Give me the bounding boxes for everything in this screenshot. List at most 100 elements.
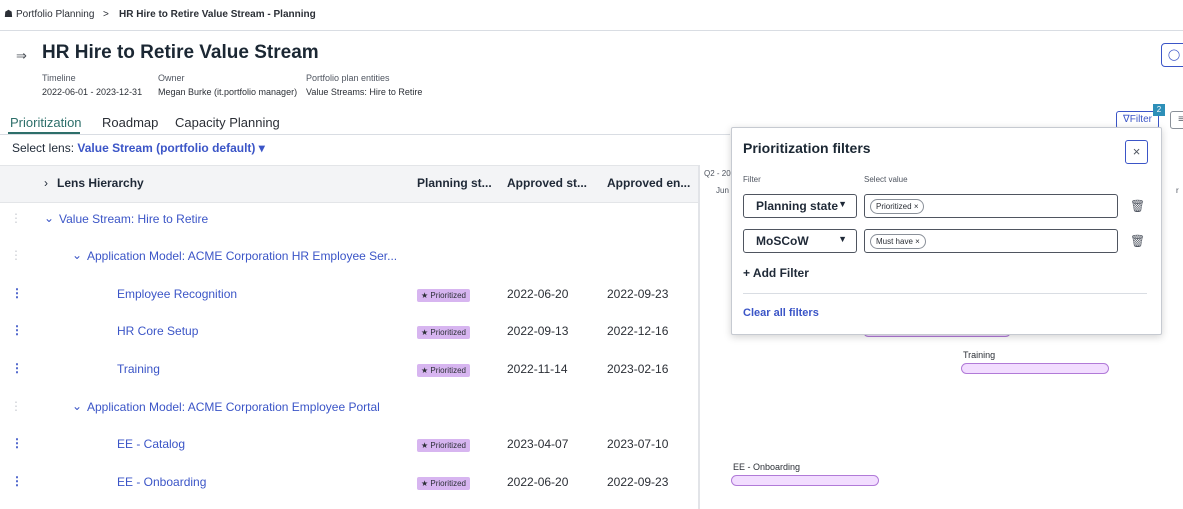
clear-all-filters-link[interactable]: Clear all filters [743,307,819,319]
row-name-ee-onboarding[interactable]: EE - Onboarding [117,475,206,489]
status-badge-label: Prioritized [430,328,466,337]
row-menu-icon[interactable]: ⋮ [11,361,23,375]
filter-value-input[interactable]: Must have × [864,229,1118,253]
approved-start-date: 2022-06-20 [507,287,569,301]
close-icon: × [1132,144,1141,159]
chip-label: Prioritized [876,202,912,211]
approved-end-date: 2022-12-16 [607,324,669,338]
row-expand-chevron-icon[interactable]: ⌄ [72,248,82,262]
breadcrumb-root-link[interactable]: Portfolio Planning [16,9,94,20]
row-menu-icon[interactable]: ⋮ [11,474,23,488]
status-badge-label: Prioritized [430,366,466,375]
grid-gantt-divider[interactable] [698,165,700,509]
filter-value-chip[interactable]: Must have × [870,234,926,249]
row-name-employee-recognition[interactable]: Employee Recognition [117,287,237,301]
tab-capacity-planning[interactable]: Capacity Planning [175,115,280,130]
close-filters-button[interactable]: × [1125,140,1148,164]
owner-value: Megan Burke (it.portfolio manager) [158,87,298,97]
status-badge: ★ Prioritized [417,364,470,377]
row-name-app-model-portal[interactable]: Application Model: ACME Corporation Empl… [87,400,380,414]
approved-end-date: 2022-09-23 [607,475,669,489]
sort-icon: ≡ [1178,114,1183,125]
timeline-value: 2022-06-01 - 2023-12-31 [42,87,143,97]
row-name-app-model-hr[interactable]: Application Model: ACME Corporation HR E… [87,249,397,263]
status-badge-label: Prioritized [430,479,466,488]
caret-down-icon: ▼ [838,234,847,244]
filter-button-label: Filter [1129,114,1152,125]
filter-field-select[interactable]: Planning state ▼ [743,194,857,218]
portfolio-icon: ☗ [4,9,13,20]
row-menu-icon[interactable]: ⋮ [10,248,22,262]
plus-icon: + [743,266,751,280]
add-filter-label: Add Filter [752,266,809,280]
value-column-label: Select value [864,175,908,184]
lens-selector[interactable]: Select lens: Value Stream (portfolio def… [12,141,265,155]
filter-column-label: Filter [743,175,761,184]
filter-field-select[interactable]: MoSCoW ▼ [743,229,857,253]
row-name-value-stream[interactable]: Value Stream: Hire to Retire [59,212,208,226]
row-name-ee-catalog[interactable]: EE - Catalog [117,437,185,451]
breadcrumb-current: HR Hire to Retire Value Stream - Plannin… [119,9,316,20]
chip-label: Must have [876,237,913,246]
column-planning-state[interactable]: Planning st... [417,176,492,190]
approved-start-date: 2023-04-07 [507,437,569,451]
gantt-bar-ee-onboarding[interactable] [731,475,879,486]
tab-prioritization[interactable]: Prioritization [10,115,82,130]
row-expand-chevron-icon[interactable]: ⌄ [44,211,54,225]
column-approved-end[interactable]: Approved en... [607,176,690,190]
approved-start-date: 2022-11-14 [507,362,568,376]
column-lens-hierarchy[interactable]: Lens Hierarchy [57,176,144,190]
remove-chip-icon[interactable]: × [914,202,919,211]
filter-field-value: Planning state [756,199,839,213]
comment-icon: ◯ [1167,49,1181,61]
filter-value-chip[interactable]: Prioritized × [870,199,925,214]
filter-value-input[interactable]: Prioritized × [864,194,1118,218]
status-badge: ★ Prioritized [417,326,470,339]
comment-button[interactable]: ◯ [1161,43,1183,67]
add-filter-button[interactable]: + Add Filter [743,266,809,280]
row-menu-icon[interactable]: ⋮ [11,323,23,337]
timeline-label: Timeline [42,73,76,83]
filters-panel-title: Prioritization filters [743,140,871,156]
row-menu-icon[interactable]: ⋮ [11,436,23,450]
caret-down-icon: ▼ [838,199,847,209]
row-menu-icon[interactable]: ⋮ [10,399,22,413]
column-approved-start[interactable]: Approved st... [507,176,587,190]
plan-entities-label: Portfolio plan entities [306,73,390,83]
tab-roadmap[interactable]: Roadmap [102,115,158,130]
delete-filter-icon[interactable]: 🗑 [1130,199,1145,213]
owner-label: Owner [158,73,185,83]
lens-prefix: Select lens: [12,141,75,155]
filter-field-value: MoSCoW [756,234,809,248]
approved-start-date: 2022-06-20 [507,475,569,489]
gantt-bar-label-onboarding: EE - Onboarding [733,462,801,472]
status-badge-label: Prioritized [430,441,466,450]
approved-start-date: 2022-09-13 [507,324,569,338]
approved-end-date: 2022-09-23 [607,287,669,301]
status-badge: ★ Prioritized [417,439,470,452]
breadcrumb-separator: > [103,9,109,20]
lens-value[interactable]: Value Stream (portfolio default) ▾ [77,141,264,155]
sort-button[interactable]: ≡ [1170,111,1183,129]
row-name-hr-core-setup[interactable]: HR Core Setup [117,324,198,338]
filters-panel-divider [743,293,1147,294]
row-expand-chevron-icon[interactable]: ⌄ [72,399,82,413]
gantt-bar-label-training: Training [963,350,996,360]
row-name-training[interactable]: Training [117,362,160,376]
filter-icon: ∇ [1123,114,1130,125]
lens-hierarchy-chevron-icon[interactable]: › [44,176,48,190]
status-badge: ★ Prioritized [417,477,470,490]
status-badge: ★ Prioritized [417,289,470,302]
row-menu-icon[interactable]: ⋮ [10,211,22,225]
delete-filter-icon[interactable]: 🗑 [1130,234,1145,248]
gantt-bar-training[interactable] [961,363,1109,374]
page-title: HR Hire to Retire Value Stream [42,42,319,63]
approved-end-date: 2023-02-16 [607,362,669,376]
filter-count-badge: 2 [1153,104,1165,116]
remove-chip-icon[interactable]: × [915,237,920,246]
menu-icon[interactable]: ⇒ [16,48,27,64]
gantt-month-label: Jun [716,186,729,195]
gantt-quarter-label: Q2 - 20 [704,169,731,178]
status-badge-label: Prioritized [430,291,466,300]
row-menu-icon[interactable]: ⋮ [11,286,23,300]
